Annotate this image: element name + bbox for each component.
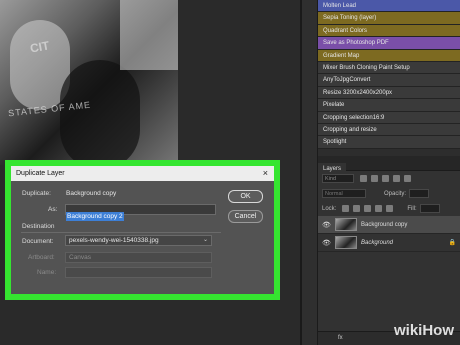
smart-object-filter-icon[interactable] (404, 175, 411, 182)
artboard-value: Canvas (69, 254, 92, 261)
fx-icon[interactable]: fx (338, 335, 343, 341)
lock-transparent-icon[interactable] (342, 205, 350, 212)
dialog-body: Duplicate: Background copy As: Backgroun… (11, 181, 274, 294)
action-item[interactable]: Resize 3200x2400x200px (318, 86, 460, 100)
destination-divider (21, 232, 221, 233)
ok-button[interactable]: OK (228, 190, 263, 203)
panel-icon-strip[interactable] (302, 0, 318, 345)
filter-icons (360, 175, 411, 182)
kind-filter-select[interactable]: Kind (322, 174, 354, 183)
close-icon[interactable]: × (263, 166, 268, 181)
pixel-filter-icon[interactable] (360, 175, 367, 182)
photo-image: CIT STATES OF AME (0, 0, 178, 165)
wikihow-watermark: wikiHow (393, 322, 454, 339)
lock-brush-icon[interactable] (353, 205, 361, 212)
duplicate-layer-dialog: Duplicate Layer × Duplicate: Background … (11, 166, 274, 294)
visibility-eye-icon[interactable]: 👁 (322, 221, 331, 229)
artboard-label: Artboard: (28, 254, 55, 261)
chevron-down-icon: ⌄ (202, 237, 208, 243)
document-select[interactable]: pexels-wendy-wei-1540338.jpg ⌄ (65, 235, 212, 246)
dialog-title: Duplicate Layer (16, 170, 65, 177)
name-label: Name: (37, 269, 57, 276)
lock-label: Lock: (322, 205, 337, 212)
destination-label: Destination (22, 223, 55, 230)
action-item[interactable]: Mixer Brush Cloning Paint Setup (318, 61, 460, 75)
type-filter-icon[interactable] (382, 175, 389, 182)
blend-mode-select[interactable]: Normal (322, 189, 366, 198)
actions-panel: Molten Lead Sepia Toning (layer) Quadran… (318, 0, 460, 156)
action-item[interactable]: Molten Lead (318, 0, 460, 13)
action-item[interactable]: Spotlight (318, 136, 460, 149)
lock-row: Lock: Fill: (318, 201, 460, 216)
action-item[interactable]: Gradient Map (318, 49, 460, 62)
layers-filter-row: Kind (318, 171, 460, 186)
document-label: Document: (22, 238, 54, 245)
opacity-input[interactable] (409, 189, 430, 198)
document-value: pexels-wendy-wei-1540338.jpg (69, 237, 159, 244)
screen: CIT STATES OF AME Molten Lead Sepia Toni… (0, 0, 460, 345)
lock-all-icon[interactable] (386, 205, 394, 212)
action-item[interactable]: Cropping and resize (318, 123, 460, 137)
lock-icons (342, 205, 394, 212)
shape-filter-icon[interactable] (393, 175, 400, 182)
action-item[interactable]: Pixelate (318, 99, 460, 112)
as-name-input[interactable]: Background copy 2 (65, 204, 216, 221)
fill-label: Fill: (407, 205, 417, 212)
layer-thumbnail (335, 218, 357, 231)
opacity-label: Opacity: (384, 190, 407, 197)
duplicate-value: Background copy (66, 190, 117, 197)
lock-artboard-icon[interactable] (375, 205, 383, 212)
blend-row: Normal Opacity: (318, 186, 460, 201)
duplicate-label: Duplicate: (22, 190, 51, 197)
adjustment-filter-icon[interactable] (371, 175, 378, 182)
action-item[interactable]: Quadrant Colors (318, 24, 460, 38)
visibility-eye-icon[interactable]: 👁 (322, 239, 331, 247)
layers-tabbar: Layers (318, 157, 460, 177)
layer-thumbnail (335, 236, 357, 249)
layer-row-background[interactable]: 👁 Background 🔒 (318, 234, 460, 252)
as-name-value: Background copy 2 (66, 212, 124, 221)
action-item[interactable]: Sepia Toning (layer) (318, 12, 460, 25)
artboard-select: Canvas (65, 252, 212, 263)
layer-name: Background copy (361, 221, 408, 228)
layers-panel: Layers Kind Normal Opacity: Lock: Fill: … (318, 157, 460, 345)
lock-icon: 🔒 (448, 240, 456, 246)
layer-name: Background (361, 239, 394, 246)
action-item[interactable]: AnyToJpgConvert (318, 74, 460, 87)
action-item[interactable]: Save as Photoshop PDF (318, 37, 460, 50)
layer-row-background-copy[interactable]: 👁 Background copy (318, 216, 460, 234)
fill-input[interactable] (419, 204, 440, 213)
as-label: As: (48, 206, 58, 213)
lock-move-icon[interactable] (364, 205, 372, 212)
cancel-button[interactable]: Cancel (228, 210, 263, 223)
action-item[interactable]: Cropping selection16:9 (318, 111, 460, 124)
dialog-titlebar: Duplicate Layer × (11, 166, 274, 181)
name-input (65, 267, 212, 278)
